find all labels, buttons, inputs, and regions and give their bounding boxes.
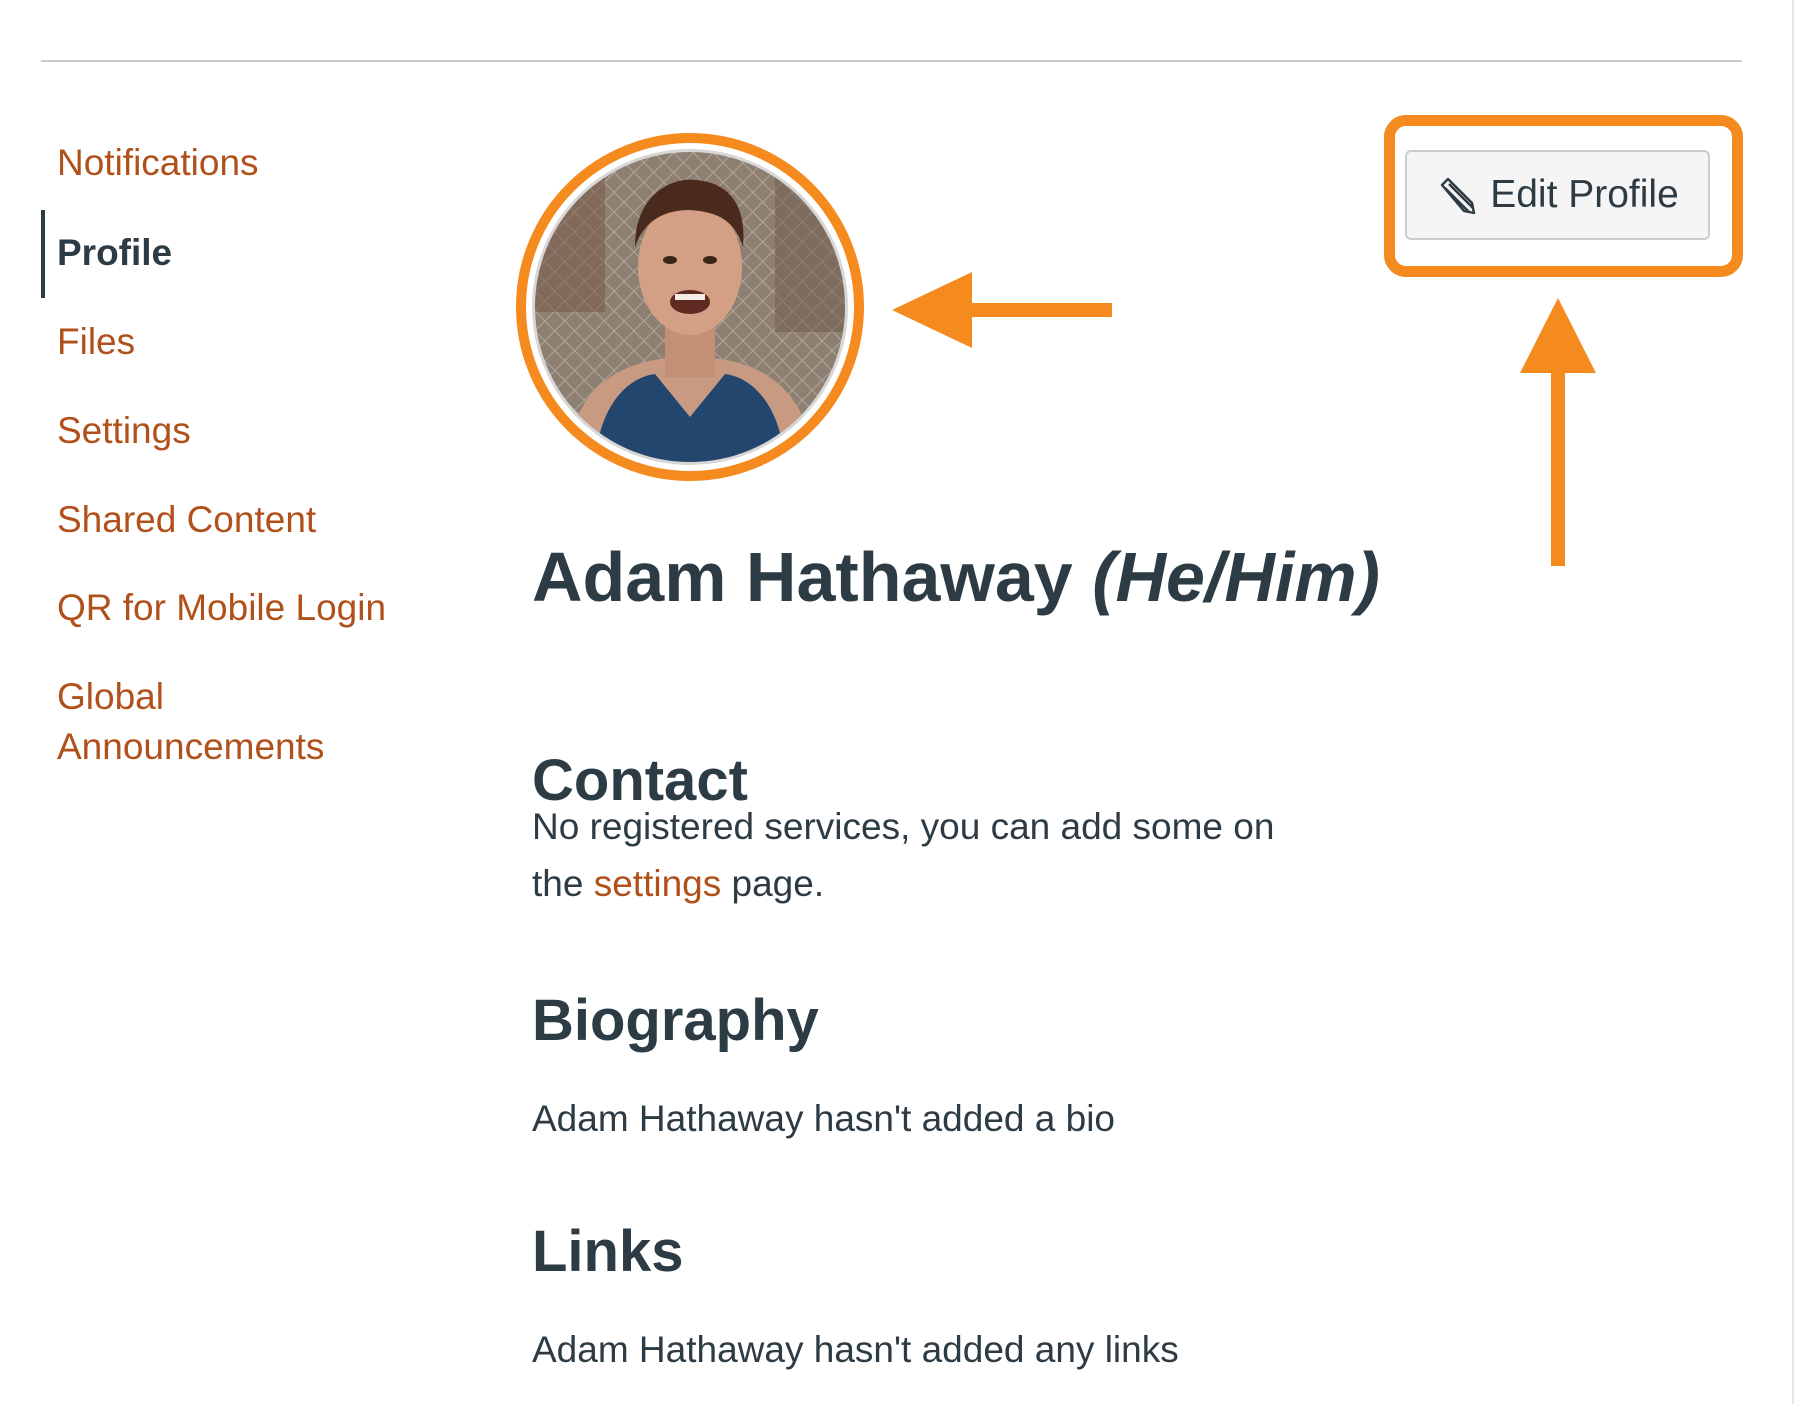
account-sidebar-nav: Notifications Profile Files Settings Sha… [0, 0, 480, 1404]
profile-pronouns: (He/Him) [1092, 537, 1380, 616]
right-edge-border [1792, 0, 1794, 1404]
links-text: Adam Hathaway hasn't added any links [532, 1329, 1179, 1370]
biography-heading: Biography [532, 988, 819, 1053]
edit-profile-button[interactable]: Edit Profile [1405, 150, 1710, 240]
sidebar-item-settings[interactable]: Settings [57, 406, 191, 456]
sidebar-item-qr-mobile-login[interactable]: QR for Mobile Login [57, 583, 386, 633]
biography-text: Adam Hathaway hasn't added a bio [532, 1098, 1116, 1139]
pencil-icon [1441, 177, 1476, 215]
profile-name-text: Adam Hathaway [532, 537, 1073, 616]
avatar-photo [535, 152, 845, 462]
avatar[interactable] [532, 149, 848, 465]
links-heading: Links [532, 1219, 684, 1284]
contact-text: No registered services, you can add some… [532, 798, 1332, 912]
sidebar-item-profile[interactable]: Profile [57, 228, 172, 278]
edit-profile-label: Edit Profile [1490, 173, 1679, 216]
contact-text-after: page. [721, 863, 825, 904]
sidebar-item-shared-content[interactable]: Shared Content [57, 495, 316, 545]
sidebar-item-notifications[interactable]: Notifications [57, 138, 259, 188]
annotation-arrow-left [892, 272, 1112, 348]
sidebar-item-files[interactable]: Files [57, 317, 135, 367]
profile-page: Notifications Profile Files Settings Sha… [0, 0, 1800, 1404]
sidebar-item-global-announcements[interactable]: Global Announcements [57, 672, 377, 772]
annotation-arrow-up [1520, 298, 1596, 566]
settings-link[interactable]: settings [594, 863, 722, 904]
active-indicator [41, 210, 45, 298]
profile-name: Adam Hathaway (He/Him) [532, 532, 1380, 622]
